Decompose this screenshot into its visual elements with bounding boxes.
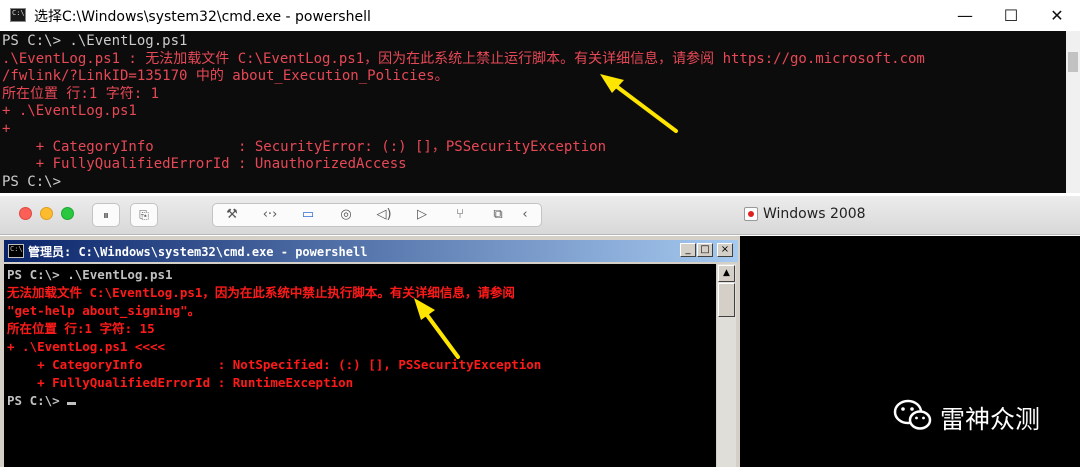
camera-icon[interactable]: ◎: [327, 203, 365, 227]
console-line: PS C:\> .\EventLog.ps1: [2, 33, 188, 49]
video-camera-icon[interactable]: ▷: [403, 203, 441, 227]
inner-window-title: 管理员: C:\Windows\system32\cmd.exe - power…: [28, 245, 368, 259]
text-cursor: [67, 402, 77, 405]
console-line: +: [2, 120, 11, 137]
console-line: 所在位置 行:1 字符: 1: [2, 85, 160, 102]
vm-zoom-button[interactable]: [61, 207, 74, 220]
minimize-button[interactable]: —: [942, 0, 988, 31]
inner-minimize-button[interactable]: _: [680, 243, 696, 257]
maximize-button[interactable]: ☐: [988, 0, 1034, 31]
console-line: 无法加载文件 C:\EventLog.ps1，因为在此系统中禁止执行脚本。有关详…: [7, 285, 515, 300]
speaker-icon[interactable]: ◁): [365, 203, 403, 227]
snapshot-icon[interactable]: ⎘: [130, 203, 158, 227]
scroll-up-button[interactable]: ▲: [718, 265, 735, 282]
console-prompt: PS C:\>: [2, 173, 62, 190]
inner-console-output[interactable]: PS C:\> .\EventLog.ps1 无法加载文件 C:\EventLo…: [4, 264, 716, 467]
inner-close-button[interactable]: ×: [717, 243, 733, 257]
network-arrows-icon[interactable]: ‹·›: [251, 203, 289, 227]
close-button[interactable]: ✕: [1034, 0, 1080, 31]
hard-disk-icon[interactable]: ▭: [289, 203, 327, 227]
vm-close-button[interactable]: [19, 207, 32, 220]
console-line: PS C:\> .\EventLog.ps1: [7, 267, 173, 282]
cmd-app-icon: C:\: [8, 244, 24, 258]
top-console-scroll-thumb[interactable]: [1068, 52, 1078, 72]
console-line: + CategoryInfo : SecurityError: (:) []，P…: [2, 138, 607, 155]
pause-icon[interactable]: ⏸: [92, 203, 120, 227]
console-line: + .\EventLog.ps1: [2, 103, 137, 120]
top-console-output[interactable]: PS C:\> .\EventLog.ps1 .\EventLog.ps1 : …: [0, 31, 1066, 193]
watermark-text: 雷神众测: [940, 405, 1041, 434]
windows-vm-icon: [744, 207, 758, 221]
console-line: .\EventLog.ps1 : 无法加载文件 C:\EventLog.ps1，…: [2, 50, 925, 67]
console-line: + .\EventLog.ps1 <<<<: [7, 339, 166, 354]
console-line: "get-help about_signing"。: [7, 303, 201, 318]
top-window-title: 选择C:\Windows\system32\cmd.exe - powershe…: [34, 9, 371, 25]
inner-scroll-thumb[interactable]: [718, 283, 735, 317]
console-line: + FullyQualifiedErrorId : UnauthorizedAc…: [2, 156, 407, 173]
console-line: + CategoryInfo : NotSpecified: (:) [], P…: [7, 357, 542, 372]
wrench-icon[interactable]: ⚒: [213, 203, 251, 227]
console-line: + FullyQualifiedErrorId : RuntimeExcepti…: [7, 375, 354, 390]
console-line: 所在位置 行:1 字符: 15: [7, 321, 155, 336]
usb-icon[interactable]: ⑂: [441, 203, 479, 227]
console-prompt: PS C:\>: [7, 392, 716, 410]
inner-maximize-button[interactable]: □: [697, 243, 713, 257]
cmd-app-icon: C:\: [10, 8, 26, 22]
vm-window-title: Windows 2008: [763, 206, 866, 222]
chevron-left-icon[interactable]: ‹: [512, 203, 538, 227]
prompt-text: PS C:\>: [7, 393, 68, 408]
vm-minimize-button[interactable]: [40, 207, 53, 220]
wechat-icon: [893, 399, 932, 430]
console-line: /fwlink/?LinkID=135170 中的 about_Executio…: [2, 68, 449, 85]
